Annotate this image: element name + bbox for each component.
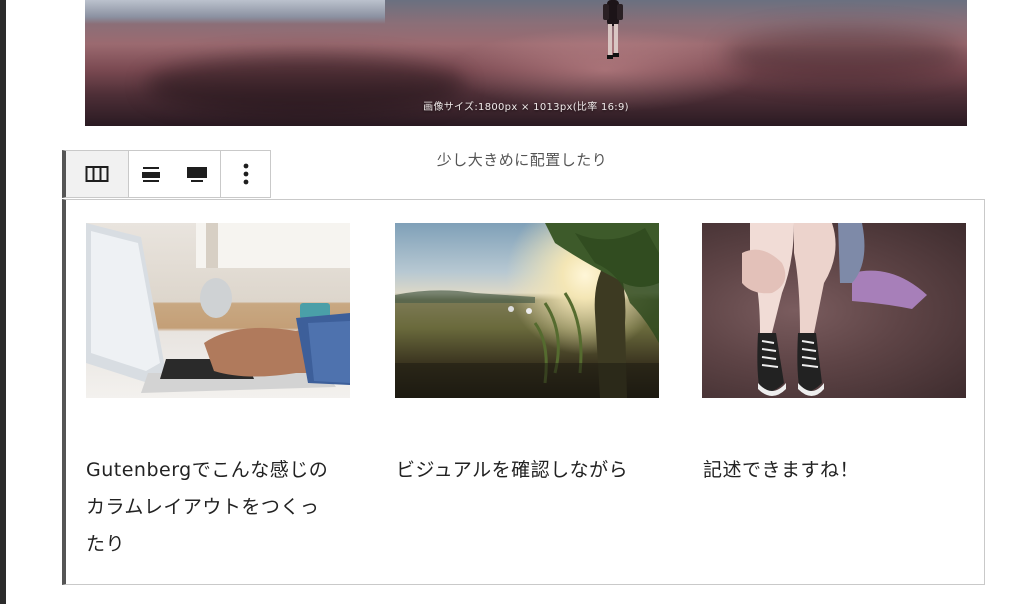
image-size-caption: 画像サイズ:1800px × 1013px(比率 16:9) [423,102,629,113]
block-toolbar [62,150,271,198]
hero-shadow [725,30,965,80]
align-full-icon [186,167,207,182]
column-text-line: カラムレイアウトをつくっ [86,496,320,518]
columns-icon [85,166,109,182]
editor-left-edge [0,0,6,604]
more-options-button[interactable] [221,151,270,197]
columns-block-button[interactable] [66,151,129,197]
hiker-figure [603,0,623,59]
vertical-ellipsis-icon [243,163,248,185]
column-text-2[interactable]: ビジュアルを確認しながら [396,452,628,489]
column-text-line: Gutenbergでこんな感じの [86,459,329,481]
align-wide-button[interactable] [129,151,173,197]
hero-image[interactable]: 画像サイズ:1800px × 1013px(比率 16:9) [85,0,967,126]
column-text-1[interactable]: Gutenbergでこんな感じの カラムレイアウトをつくっ たり [86,452,328,563]
laptop-illustration [86,223,350,393]
column-image-laptop[interactable] [86,223,350,398]
sneakers-illustration [742,223,927,396]
columns-block[interactable]: Gutenbergでこんな感じの カラムレイアウトをつくっ たり ビジュアルを確… [62,199,985,585]
column-text-3[interactable]: 記述できますね！ [703,452,859,489]
align-full-button[interactable] [173,151,221,197]
column-text-line: たり [86,533,126,555]
field-illustration [395,223,659,398]
column-text-line: ビジュアルを確認しながら [396,459,629,481]
column-image-sneakers[interactable] [702,223,966,398]
column-image-field[interactable] [395,223,659,398]
column-text-line: 記述できますね！ [703,459,860,481]
align-wide-icon [142,167,160,182]
hero-water [85,0,385,24]
